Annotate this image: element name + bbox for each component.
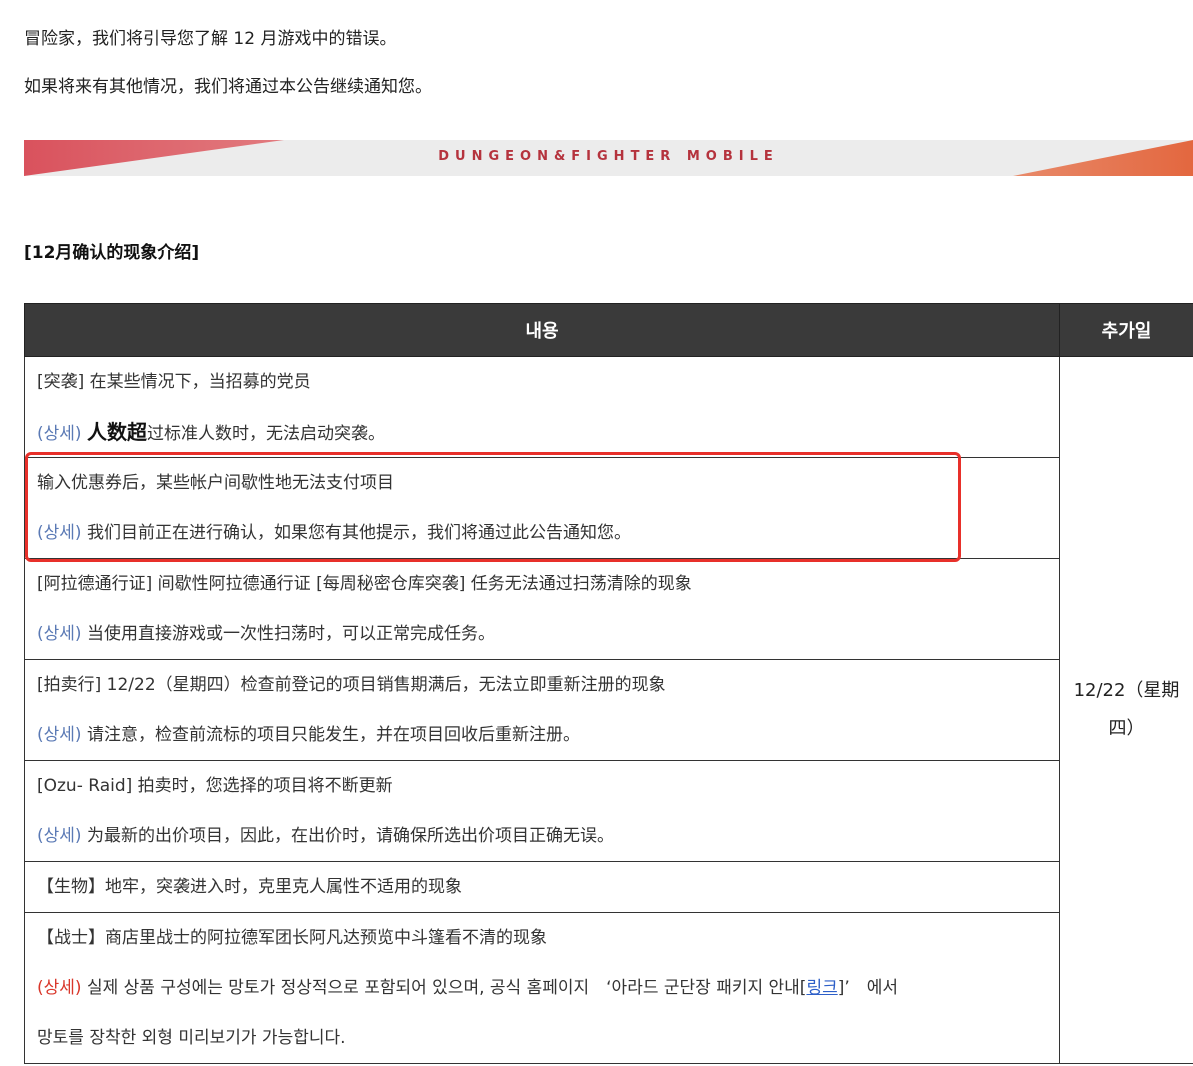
table-row: [阿拉德通行证] 间歇性阿拉德通行证 [每周秘密仓库突袭] 任务无法通过扫荡清除…: [24, 558, 1193, 660]
row-title: 【战士】商店里战士的阿拉德军团长阿凡达预览中斗篷看不清的现象: [37, 928, 547, 948]
detail-text: 请注意，检查前流标的项目只能发生，并在项目回收后重新注册。: [86, 725, 580, 745]
detail-tag: (상세): [37, 424, 82, 444]
notice-table: 내용 추가일 [突袭] 在某些情况下，当招募的党员 (상세) 人数超过标准人数时…: [24, 303, 1193, 1064]
intro-line-2: 如果将来有其他情况，我们将通过本公告继续通知您。: [24, 77, 432, 97]
detail-tag: (상세): [37, 624, 82, 644]
banner-text: DUNGEON&FIGHTER MOBILE: [438, 149, 779, 164]
row-title: [突袭] 在某些情况下，当招募的党员: [37, 372, 311, 392]
row-detail: (상세) 当使用直接游戏或一次性扫荡时，可以正常完成任务。: [37, 609, 1059, 659]
detail-tag: (상세): [37, 826, 82, 846]
table-row: 【生物】地牢，突袭进入时，克里克人属性不适用的现象: [24, 861, 1193, 913]
table-row: [Ozu- Raid] 拍卖时，您选择的项目将不断更新 (상세) 为最新的出价项…: [24, 760, 1193, 862]
intro-line-1: 冒险家，我们将引导您了解 12 月游戏中的错误。: [24, 29, 397, 49]
detail-text: 当使用直接游戏或一次性扫荡时，可以正常完成任务。: [86, 624, 495, 644]
detail-text: 过标准人数时，无法启动突袭。: [146, 424, 385, 444]
table-row: [突袭] 在某些情况下，当招募的党员 (상세) 人数超过标准人数时，无法启动突袭…: [24, 356, 1193, 1064]
detail-text-end: ]’ 에서: [837, 978, 899, 998]
row-detail: (상세) 실제 상품 구성에는 망토가 정상적으로 포함되어 있으며, 공식 홈…: [37, 963, 1059, 1013]
header-date: 추가일: [1059, 303, 1193, 357]
table-row: [拍卖行] 12/22（星期四）检查前登记的项目销售期满后，无法立即重新注册的现…: [24, 659, 1193, 761]
row-title: 【生物】地牢，突袭进入时，克里克人属性不适用的现象: [37, 877, 462, 897]
game-banner: DUNGEON&FIGHTER MOBILE: [24, 140, 1193, 176]
detail-tag: (상세): [37, 978, 82, 998]
table-row: 【战士】商店里战士的阿拉德军团长阿凡达预览中斗篷看不清的现象 (상세) 실제 상…: [24, 912, 1193, 1064]
added-date: 12/22（星期四）: [1059, 356, 1193, 1064]
header-content: 내용: [24, 303, 1060, 357]
row-detail: (상세) 请注意，检查前流标的项目只能发生，并在项目回收后重新注册。: [37, 710, 1059, 760]
homepage-link[interactable]: 링크: [806, 978, 837, 998]
row-detail: (상세) 人数超过标准人数时，无法启动突袭。: [37, 407, 1059, 457]
detail-text: 为最新的出价项目，因此，在出价时，请确保所选出价项目正确无误。: [86, 826, 614, 846]
highlight-box: [25, 452, 961, 562]
row-title: [Ozu- Raid] 拍卖时，您选择的项目将不断更新: [37, 776, 393, 796]
detail-emphasis: 人数超: [86, 420, 147, 444]
row-detail: (상세) 为最新的出价项目，因此，在出价时，请确保所选出价项目正确无误。: [37, 811, 1059, 861]
row-title: [阿拉德通行证] 间歇性阿拉德通行证 [每周秘密仓库突袭] 任务无法通过扫荡清除…: [37, 574, 692, 594]
section-title: [12月确认的现象介绍]: [24, 243, 200, 263]
row-title: [拍卖行] 12/22（星期四）检查前登记的项目销售期满后，无法立即重新注册的现…: [37, 675, 666, 695]
detail-tag: (상세): [37, 725, 82, 745]
row-detail-continued: 망토를 장착한 외형 미리보기가 가능합니다.: [37, 1028, 346, 1048]
detail-text: 실제 상품 구성에는 망토가 정상적으로 포함되어 있으며, 공식 홈페이지 ‘…: [86, 978, 807, 998]
added-date-value: 12/22（星期四）: [1073, 680, 1180, 739]
